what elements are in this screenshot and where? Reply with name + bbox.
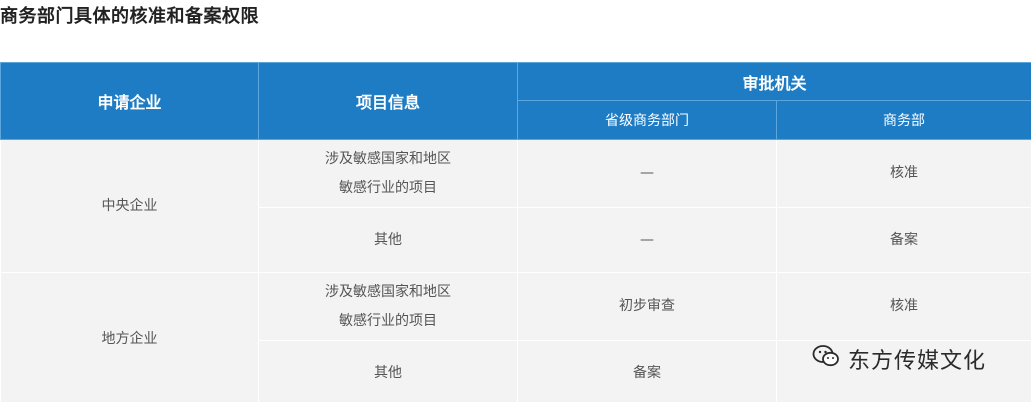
wechat-icon (812, 344, 848, 374)
ministry-cell: 核准 (775, 139, 1031, 208)
project-cell: 其他 (258, 340, 518, 402)
company-cell: 地方企业 (0, 272, 259, 402)
company-cell: 中央企业 (0, 139, 259, 273)
table-row: 中央企业 涉及敏感国家和地区 敏感行业的项目 — 核准 (0, 139, 1031, 273)
provincial-cell: — (517, 207, 777, 273)
project-cell: 涉及敏感国家和地区 敏感行业的项目 (258, 139, 518, 208)
page-title: 商务部门具体的核准和备案权限 (0, 6, 259, 27)
header-ministry: 商务部 (775, 100, 1031, 140)
header-company: 申请企业 (0, 62, 259, 140)
project-line: 涉及敏感国家和地区 (325, 283, 451, 300)
watermark: 东方传媒文化 (812, 343, 986, 375)
project-line: 敏感行业的项目 (339, 312, 437, 329)
provincial-cell: — (517, 139, 777, 208)
provincial-cell: 初步审查 (517, 272, 777, 341)
ministry-cell: 核准 (775, 272, 1031, 341)
watermark-text: 东方传媒文化 (848, 349, 987, 374)
page: 商务部门具体的核准和备案权限 申请企业 项目信息 审批机关 省级商务部门 商务部… (0, 0, 1031, 402)
ministry-cell: 备案 (775, 207, 1031, 273)
project-cell: 涉及敏感国家和地区 敏感行业的项目 (258, 272, 518, 341)
provincial-cell: 备案 (517, 340, 777, 402)
project-cell: 其他 (258, 207, 518, 273)
header-authority: 审批机关 (516, 62, 1031, 101)
project-line: 涉及敏感国家和地区 (325, 150, 451, 167)
header-project-info: 项目信息 (258, 62, 518, 140)
header-provincial: 省级商务部门 (517, 100, 777, 140)
table-row: 地方企业 涉及敏感国家和地区 敏感行业的项目 初步审查 核准 (0, 272, 1031, 402)
project-line: 敏感行业的项目 (339, 179, 437, 196)
